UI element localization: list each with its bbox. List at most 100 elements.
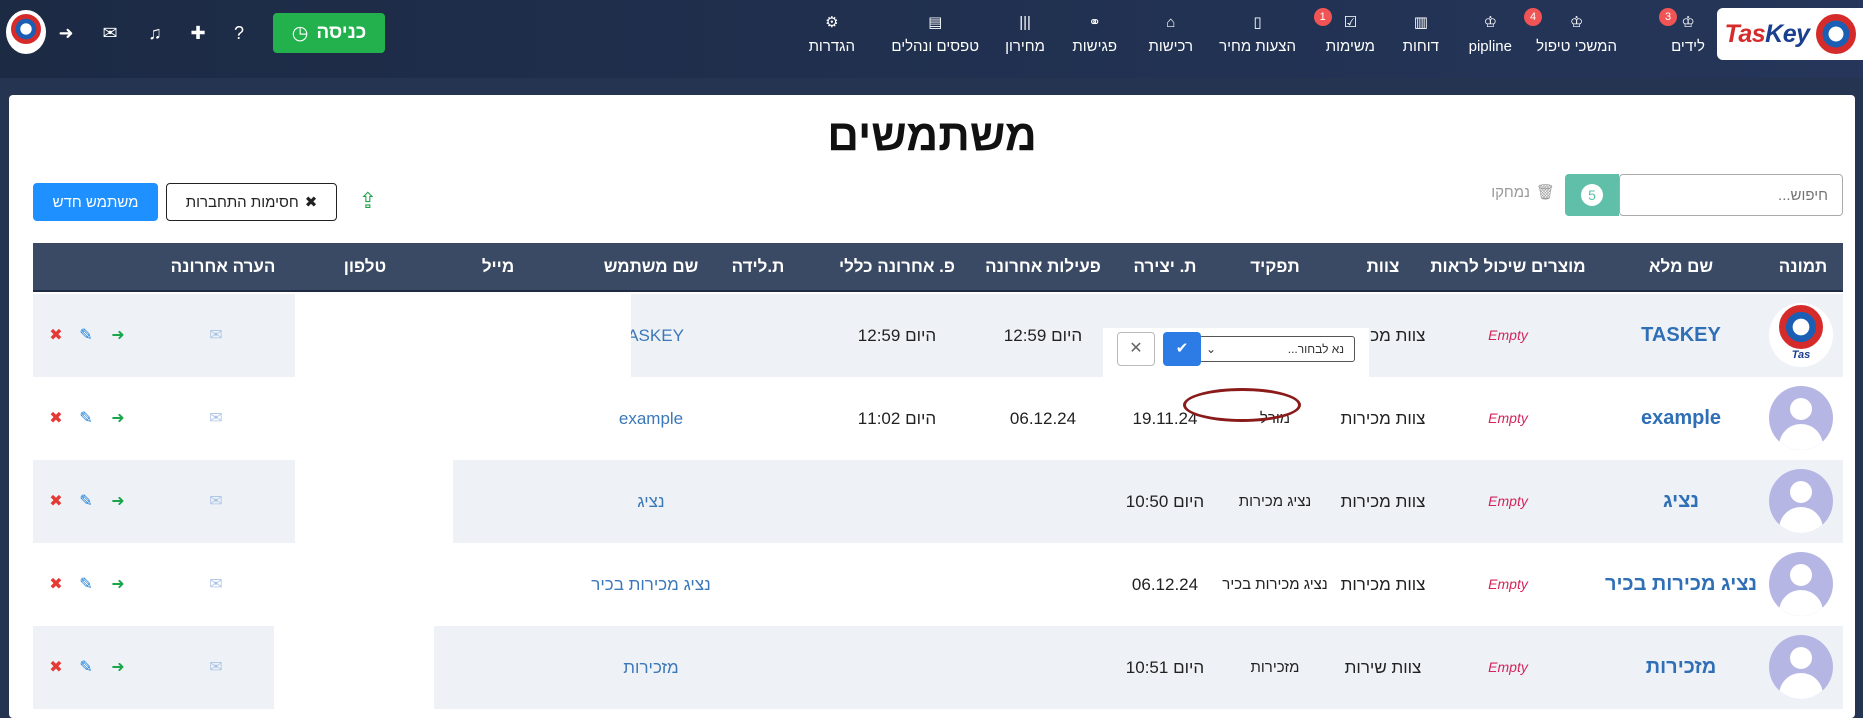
- help-icon[interactable]: ?: [226, 20, 252, 46]
- nav-item-forms[interactable]: ▤ טפסים ונהלים: [891, 12, 979, 64]
- edit-icon[interactable]: ✎: [77, 493, 95, 511]
- cell-team[interactable]: צוות מכירות: [1341, 377, 1426, 460]
- search-input[interactable]: [1620, 175, 1842, 215]
- login-as-icon[interactable]: ➜: [109, 493, 127, 511]
- cell-username[interactable]: נציג: [637, 460, 664, 543]
- purchase-icon: ⌂: [1166, 14, 1176, 31]
- comment-icon[interactable]: ✉: [207, 493, 225, 511]
- handshake-icon: ⚭: [1088, 14, 1101, 31]
- nav-badge: 1: [1313, 8, 1332, 26]
- header-role[interactable]: תפקיד: [1250, 243, 1299, 290]
- role-select[interactable]: נא לבחור... ⌄: [1199, 336, 1355, 362]
- cell-team[interactable]: צוות מכירות: [1341, 543, 1426, 626]
- bar-chart-icon: ▥: [1413, 14, 1428, 31]
- search-field[interactable]: [1619, 174, 1843, 216]
- cancel-button[interactable]: ✕: [1117, 332, 1155, 366]
- login-button[interactable]: כניסה ◷: [273, 13, 385, 53]
- brand-logo[interactable]: TasKey: [1717, 8, 1863, 60]
- comment-icon[interactable]: ✉: [207, 576, 225, 594]
- login-as-icon[interactable]: ➜: [109, 576, 127, 594]
- cell-fullname[interactable]: נציג מכירות בכיר: [1605, 543, 1757, 626]
- cell-fullname[interactable]: נציג: [1663, 460, 1699, 543]
- delete-icon[interactable]: ✖: [47, 659, 65, 677]
- nav-item-pipline[interactable]: ♔ pipline: [1469, 12, 1512, 64]
- nav-item-care[interactable]: ♔ 4 המשכי טיפול: [1524, 8, 1617, 64]
- comment-icon[interactable]: ✉: [207, 327, 225, 345]
- logo-emblem-icon: [1815, 14, 1856, 54]
- cell-role[interactable]: נציג מכירות: [1239, 460, 1311, 543]
- header-team[interactable]: צוות: [1367, 243, 1400, 290]
- checkbox-icon: ☑: [1343, 14, 1358, 31]
- edit-icon[interactable]: ✎: [77, 327, 95, 345]
- nav-item-purchases[interactable]: ⌂ רכישות: [1148, 12, 1193, 64]
- delete-icon[interactable]: ✖: [47, 410, 65, 428]
- delete-icon[interactable]: ✖: [47, 493, 65, 511]
- nav-item-settings[interactable]: ⚙ הגדרות: [809, 12, 855, 64]
- header-username[interactable]: שם משתמש: [604, 243, 699, 290]
- header-photo[interactable]: תמונה: [1779, 243, 1828, 290]
- header-last-activity[interactable]: פעילות אחרונה: [985, 243, 1101, 290]
- cell-fullname[interactable]: example: [1641, 377, 1721, 460]
- barcode-icon: |||: [1019, 14, 1031, 31]
- comment-icon[interactable]: ✉: [207, 410, 225, 428]
- cell-fullname[interactable]: מזכירות: [1646, 626, 1716, 709]
- cell-last-activity: 06.12.24: [1009, 409, 1077, 428]
- page-title: משתמשים: [827, 111, 1037, 160]
- header-created[interactable]: ת. יצירה: [1133, 243, 1196, 290]
- nav-item-reports[interactable]: ▥ דוחות: [1403, 12, 1439, 64]
- nav-badge: 3: [1659, 8, 1678, 26]
- header-birthday[interactable]: ת.לידה: [732, 243, 785, 290]
- cell-products[interactable]: Empty: [1488, 543, 1528, 626]
- user-tie-icon: ♔: [1569, 14, 1584, 31]
- cell-products[interactable]: Empty: [1488, 377, 1528, 460]
- cell-products[interactable]: Empty: [1488, 460, 1528, 543]
- cell-products[interactable]: Empty: [1488, 626, 1528, 709]
- user-avatar[interactable]: [6, 10, 46, 54]
- export-excel-icon[interactable]: ⇪: [356, 189, 380, 213]
- cell-role[interactable]: נציג מכירות בכיר: [1222, 543, 1327, 626]
- login-as-icon[interactable]: ➜: [109, 410, 127, 428]
- delete-icon[interactable]: ✖: [47, 576, 65, 594]
- cell-role[interactable]: מזכירות: [1251, 626, 1300, 709]
- login-blocks-button[interactable]: ✖ חסימות התחברות: [166, 183, 337, 221]
- user-tie-icon: ♔: [1483, 14, 1498, 31]
- edit-icon[interactable]: ✎: [77, 659, 95, 677]
- deleted-users-link[interactable]: 🗑 נמחקו: [1491, 183, 1555, 202]
- cell-fullname[interactable]: TASKEY: [1641, 294, 1721, 377]
- nav-item-quotes[interactable]: ▯ הצעות מחיר: [1219, 12, 1296, 64]
- users-card: משתמשים 5 🗑 נמחקו ⇪ ✖ חסימות התחברות משת…: [9, 95, 1855, 718]
- user-photo: Tas: [1769, 303, 1833, 367]
- login-as-icon[interactable]: ➜: [109, 327, 127, 345]
- cell-username[interactable]: example: [619, 377, 683, 460]
- bell-icon[interactable]: ♫: [142, 20, 168, 46]
- plus-icon[interactable]: ✚: [185, 20, 211, 46]
- edit-icon[interactable]: ✎: [77, 410, 95, 428]
- confirm-button[interactable]: ✔: [1163, 332, 1201, 366]
- cell-username[interactable]: מזכירות: [623, 626, 678, 709]
- cell-team[interactable]: צוות שירות: [1345, 626, 1422, 709]
- nav-item-pricelist[interactable]: ||| מחירון: [1005, 12, 1045, 64]
- chat-icon[interactable]: ✉: [97, 20, 123, 46]
- nav-item-meetings[interactable]: ⚭ פגישות: [1072, 12, 1117, 64]
- user-photo: [1769, 635, 1833, 699]
- user-photo: [1769, 386, 1833, 450]
- delete-icon[interactable]: ✖: [47, 327, 65, 345]
- cell-created: היום 10:51: [1125, 658, 1205, 677]
- nav-item-leads[interactable]: ♔ 3 לידים: [1659, 8, 1705, 64]
- sign-in-icon[interactable]: ➜: [53, 20, 79, 46]
- header-email[interactable]: מייל: [482, 243, 514, 290]
- cell-team[interactable]: צוות מכירות: [1341, 460, 1426, 543]
- new-user-button[interactable]: משתמש חדש: [33, 183, 158, 221]
- header-fullname[interactable]: שם מלא: [1649, 243, 1713, 290]
- nav-item-tasks[interactable]: ☑ 1 משימות: [1313, 8, 1375, 64]
- header-last-general[interactable]: פ. אחרונה כללי: [839, 243, 955, 290]
- cell-products[interactable]: Empty: [1488, 294, 1528, 377]
- header-last-note[interactable]: הערה אחרונה: [171, 243, 276, 290]
- edit-icon[interactable]: ✎: [77, 576, 95, 594]
- login-as-icon[interactable]: ➜: [109, 659, 127, 677]
- cell-username[interactable]: נציג מכירות בכיר: [591, 543, 710, 626]
- header-products[interactable]: מוצרים שיכול לראות: [1430, 243, 1585, 290]
- logo-emblem-icon: [1779, 305, 1823, 349]
- header-phone[interactable]: טלפון: [344, 243, 386, 290]
- comment-icon[interactable]: ✉: [207, 659, 225, 677]
